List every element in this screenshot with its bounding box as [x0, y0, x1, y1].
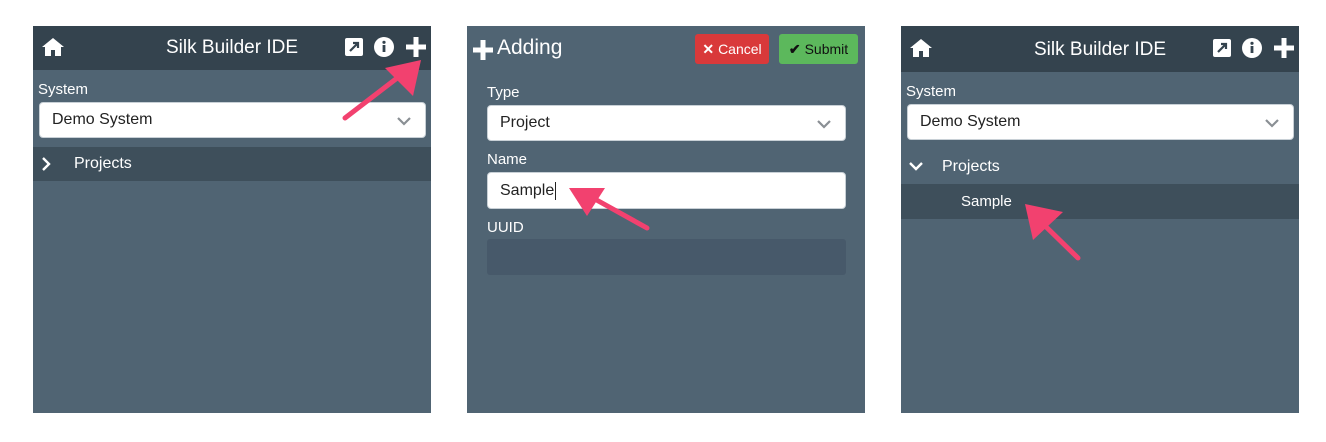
type-select-value: Project: [500, 114, 550, 131]
system-label: System: [906, 83, 957, 100]
tree-item-sample[interactable]: Sample: [901, 184, 1299, 219]
chevron-down-icon: [817, 120, 831, 129]
app-header: Silk Builder IDE: [901, 26, 1299, 72]
tree-item-label: Projects: [942, 158, 1000, 175]
submit-button-label: Submit: [804, 41, 849, 57]
form-header: Adding ✕ Cancel ✔ Submit: [467, 26, 865, 74]
cancel-button[interactable]: ✕ Cancel: [695, 34, 769, 64]
callout-arrow: [342, 60, 421, 121]
close-icon: ✕: [702, 40, 715, 57]
name-label: Name: [487, 151, 528, 168]
type-select[interactable]: Project: [487, 105, 846, 141]
panel-initial: Silk Builder IDE System Demo System Proj…: [33, 26, 431, 413]
panel-adding: Adding ✕ Cancel ✔ Submit Type Project Na…: [467, 26, 865, 413]
plus-icon: [473, 40, 493, 60]
uuid-label: UUID: [487, 219, 524, 236]
system-select[interactable]: Demo System: [907, 104, 1294, 140]
chevron-right-icon: [42, 157, 51, 171]
plus-icon[interactable]: [1273, 37, 1295, 59]
name-input-value: Sample: [500, 181, 555, 199]
tree-item-label: Projects: [74, 155, 132, 172]
submit-button[interactable]: ✔ Submit: [779, 34, 858, 64]
type-label: Type: [487, 84, 520, 101]
app-title: Silk Builder IDE: [1034, 39, 1166, 60]
info-icon[interactable]: [1242, 38, 1262, 58]
chevron-down-icon: [1265, 119, 1279, 128]
tree-item-label: Sample: [961, 193, 1012, 210]
uuid-input[interactable]: [487, 239, 846, 275]
callout-arrow: [1025, 204, 1081, 261]
external-link-icon[interactable]: [1213, 39, 1231, 57]
chevron-down-icon: [909, 162, 923, 171]
panel-result: Silk Builder IDE System Demo System Proj…: [901, 26, 1299, 413]
name-input[interactable]: Sample: [487, 172, 846, 209]
system-select-value: Demo System: [52, 111, 153, 128]
form-title: Adding: [497, 36, 563, 59]
system-select-value: Demo System: [920, 113, 1021, 130]
system-label: System: [38, 81, 89, 98]
tree-item-projects[interactable]: Projects: [33, 147, 431, 181]
check-icon: ✔: [788, 40, 801, 57]
callout-arrow: [569, 188, 650, 231]
tree-item-projects[interactable]: Projects: [901, 150, 1299, 184]
cancel-button-label: Cancel: [718, 41, 762, 57]
text-cursor: [555, 181, 557, 200]
